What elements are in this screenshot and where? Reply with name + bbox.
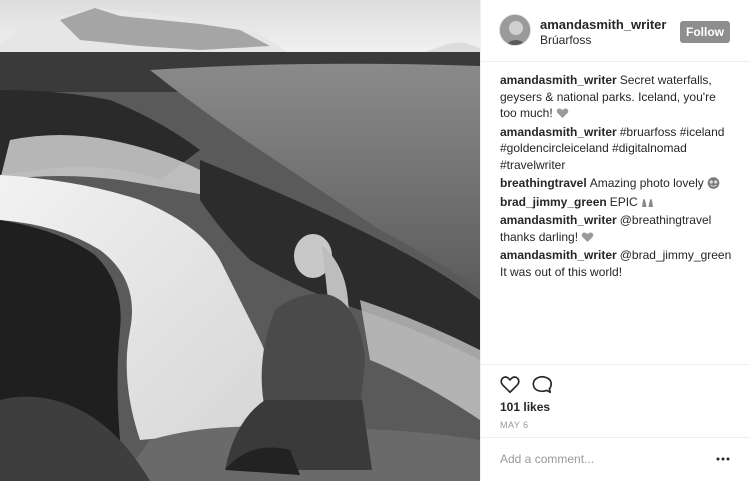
raised-hands-emoji (642, 198, 654, 207)
add-comment-bar (481, 437, 750, 481)
comment-author[interactable]: brad_jimmy_green (500, 195, 607, 209)
likes-count[interactable]: 101 likes (500, 400, 550, 414)
post-photo[interactable] (0, 0, 480, 481)
post-location[interactable]: Brúarfoss (540, 33, 591, 47)
instagram-post-embed: amandasmith_writer Brúarfoss Follow aman… (0, 0, 750, 481)
post-side-panel: amandasmith_writer Brúarfoss Follow aman… (480, 0, 750, 481)
comment-author[interactable]: amandasmith_writer (500, 248, 617, 262)
heart-emoji (582, 232, 594, 242)
post-username[interactable]: amandasmith_writer (540, 17, 666, 32)
comment: amandasmith_writer @brad_jimmy_green It w… (500, 247, 735, 280)
add-comment-input[interactable] (500, 450, 700, 468)
comment-icon-graphic (532, 375, 552, 394)
post-date[interactable]: MAY 6 (500, 420, 529, 430)
comment: amandasmith_writer @breathingtravel thank… (500, 212, 735, 245)
post-actions (481, 364, 750, 400)
comment-author[interactable]: breathingtravel (500, 176, 587, 190)
more-options-icon[interactable] (715, 451, 731, 467)
avatar-image (500, 15, 530, 45)
comment-text: Amazing photo lovely (589, 176, 704, 190)
heart-emoji (556, 108, 569, 118)
comment-author[interactable]: amandasmith_writer (500, 73, 617, 87)
comment-text: EPIC (609, 194, 638, 209)
avatar[interactable] (499, 14, 531, 46)
comment: breathingtravel Amazing photo lovely (500, 175, 735, 192)
like-icon-graphic (500, 376, 520, 394)
follow-button[interactable]: Follow (680, 21, 730, 43)
comment: amandasmith_writer Secret waterfalls, gey… (500, 72, 735, 122)
heart-outline-icon[interactable] (499, 373, 521, 395)
comment-author[interactable]: amandasmith_writer (500, 213, 617, 227)
heart-eyes-emoji (707, 177, 720, 189)
comment-bubble-icon[interactable] (531, 373, 553, 395)
comment-author[interactable]: amandasmith_writer (500, 125, 617, 139)
waterfall-photo-illustration (0, 0, 480, 481)
comment: brad_jimmy_green EPIC (500, 194, 735, 211)
comments-list: amandasmith_writer Secret waterfalls, gey… (500, 72, 735, 282)
comment: amandasmith_writer #bruarfoss #iceland #g… (500, 124, 735, 174)
post-header: amandasmith_writer Brúarfoss Follow (481, 0, 750, 62)
ellipsis-graphic (716, 457, 730, 461)
